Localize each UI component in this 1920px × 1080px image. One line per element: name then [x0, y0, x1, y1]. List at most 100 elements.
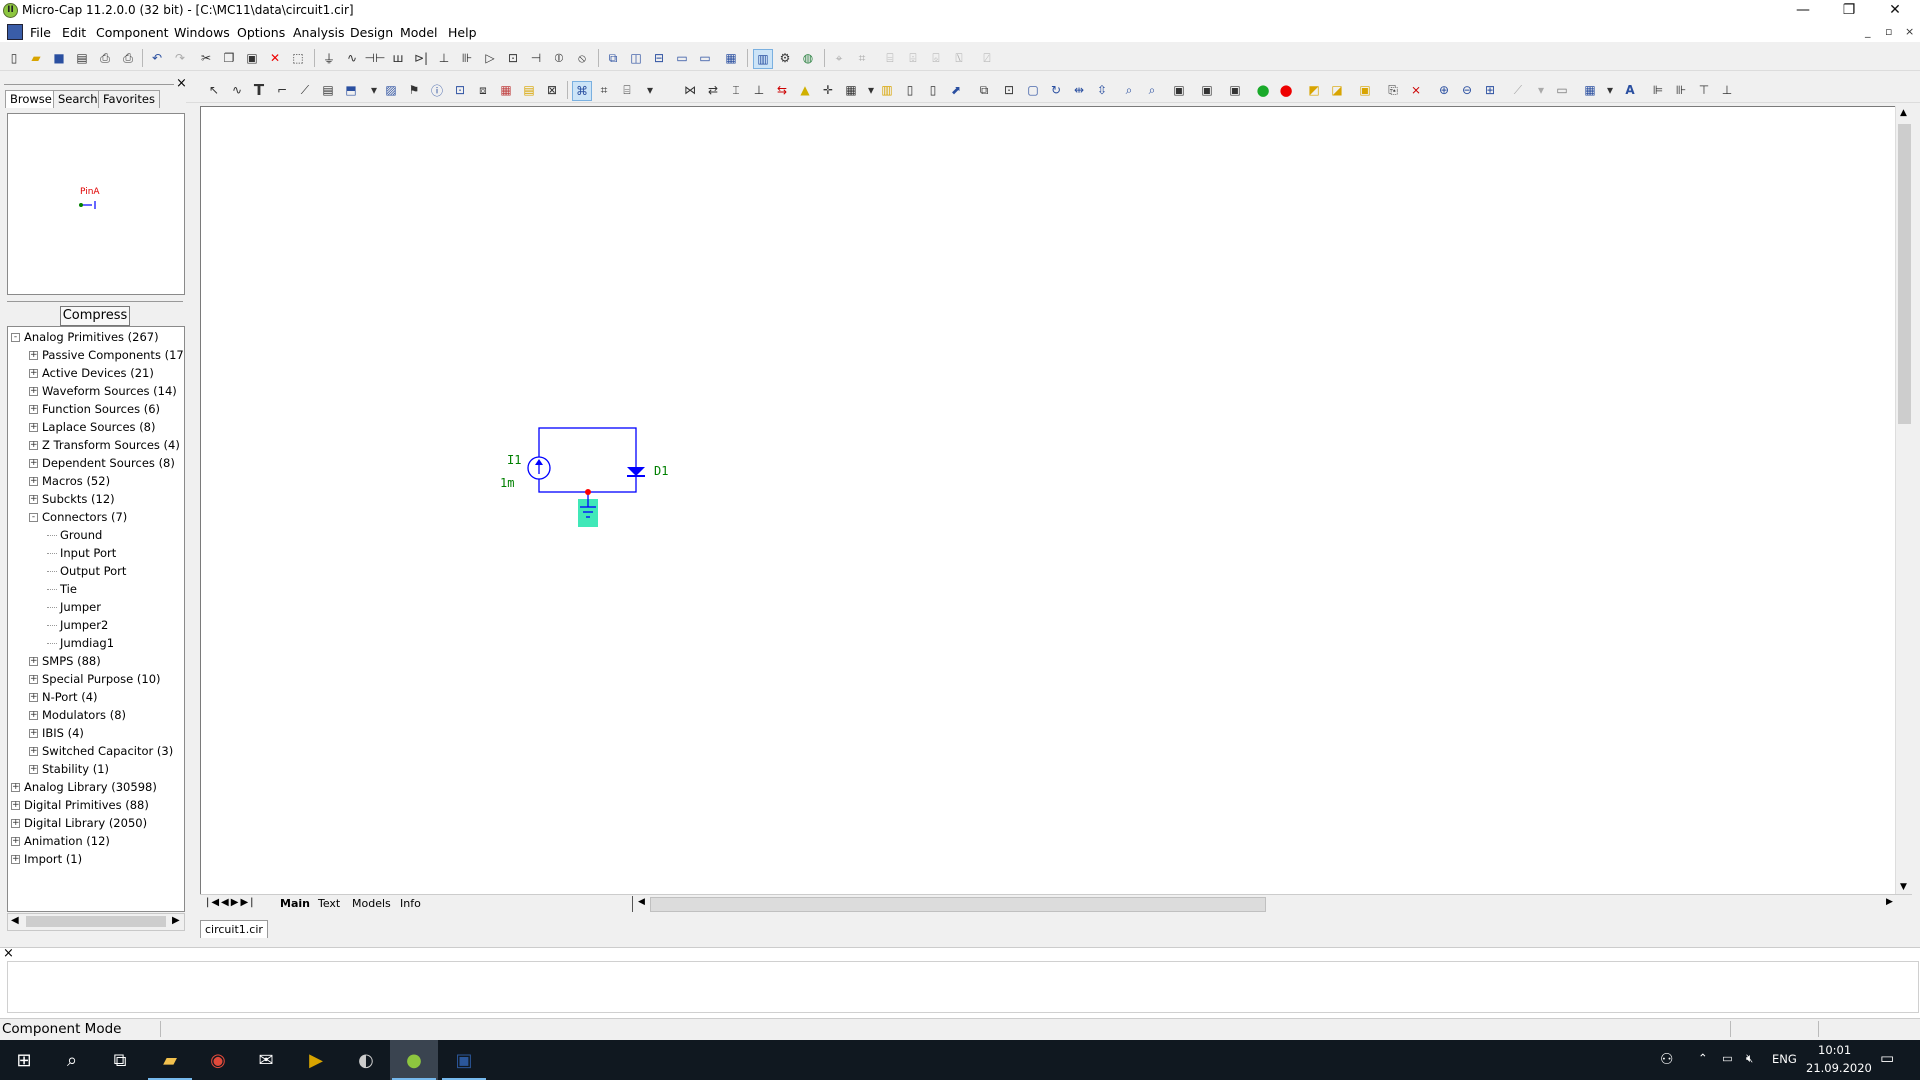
analysis1-icon[interactable]: ⌸ — [881, 49, 899, 67]
expand-icon[interactable]: + — [29, 369, 38, 378]
tree-item[interactable]: + IBIS (4) — [29, 725, 84, 741]
schematic-canvas[interactable]: I1 1m D1 — [200, 106, 1897, 896]
transistor-component-icon[interactable]: ⊥ — [435, 49, 453, 67]
probe-icon[interactable]: ⌖ — [830, 49, 848, 67]
rotate-icon[interactable]: ↻ — [1047, 81, 1065, 99]
toggle-icon[interactable]: ▭ — [1553, 81, 1571, 99]
menu-help[interactable]: Help — [448, 25, 477, 40]
pin-names-icon[interactable]: ⌘ — [572, 81, 592, 101]
mdi-restore-icon[interactable]: ▫ — [1885, 25, 1892, 38]
scroll-left-icon[interactable]: ◀ — [11, 915, 19, 926]
expand-icon[interactable]: + — [29, 351, 38, 360]
clock-date[interactable]: 21.09.2020 — [1806, 1061, 1872, 1075]
image2-icon[interactable]: ▣ — [1198, 81, 1216, 99]
tree-item[interactable]: + N-Port (4) — [29, 689, 98, 705]
tree-item[interactable]: + Passive Components (17) — [29, 347, 184, 363]
tree-item[interactable]: Tie — [47, 581, 77, 597]
shapes-icon[interactable]: ⬒ — [342, 81, 360, 99]
help-icon[interactable]: ⊡ — [451, 81, 469, 99]
point-to-end-icon[interactable]: ⧈ — [474, 81, 492, 99]
expand-icon[interactable]: + — [29, 459, 38, 468]
align-bottom-icon[interactable]: ⊥ — [1718, 81, 1736, 99]
circuit-wire-loop[interactable] — [538, 427, 637, 493]
windows-start-icon[interactable]: ⊞ — [0, 1040, 48, 1080]
document-icon[interactable] — [7, 24, 23, 40]
diagonal-wire-icon[interactable]: ⟋ — [296, 81, 314, 99]
analysis5-icon[interactable]: ⍁ — [978, 49, 996, 67]
expand-icon[interactable]: + — [11, 801, 20, 810]
component-text-icon[interactable]: ⌸ — [618, 81, 636, 99]
volume-muted-icon[interactable]: 🔇︎ — [1746, 1051, 1753, 1066]
tree-item[interactable]: - Analog Primitives (267) — [11, 329, 159, 345]
menu-design[interactable]: Design — [350, 25, 393, 40]
analysis2-icon[interactable]: ⌹ — [904, 49, 922, 67]
source-value-label[interactable]: 1m — [500, 476, 514, 490]
mail-icon[interactable]: ✉ — [242, 1040, 290, 1080]
analysis3-icon[interactable]: ⌺ — [927, 49, 945, 67]
save-all-icon[interactable]: ▤ — [73, 49, 91, 67]
show-errors-icon[interactable]: ⇆ — [773, 81, 791, 99]
tree-horizontal-scrollbar[interactable]: ◀ ▶ — [7, 913, 185, 931]
tree-item[interactable]: + Macros (52) — [29, 473, 110, 489]
node-snap-icon[interactable]: ⋈ — [681, 81, 699, 99]
go-to-icon[interactable]: ⬈ — [947, 81, 965, 99]
window-icon[interactable]: ▭ — [673, 49, 691, 67]
capacitor-component-icon[interactable]: ⊣⊢ — [365, 49, 386, 67]
hscroll-left-icon[interactable]: ◀ — [638, 897, 645, 907]
expand-icon[interactable]: + — [11, 837, 20, 846]
tab-models[interactable]: Models — [352, 897, 391, 910]
mirror-icon[interactable]: ⧉ — [975, 81, 993, 99]
tab-text[interactable]: Text — [318, 897, 340, 910]
rubberband-icon[interactable]: ⊥ — [750, 81, 768, 99]
page-icon[interactable]: ▯ — [924, 81, 942, 99]
find-component-icon[interactable]: ⌕ — [1120, 81, 1138, 99]
inductor-component-icon[interactable]: ꟺ — [389, 49, 407, 67]
scroll-up-icon[interactable]: ▲ — [1900, 108, 1907, 118]
tree-item[interactable]: + Subckts (12) — [29, 491, 115, 507]
find-icon[interactable]: ⊡ — [1000, 81, 1018, 99]
collapse-icon[interactable]: - — [29, 513, 38, 522]
component-panel-icon[interactable]: ▥ — [753, 49, 773, 69]
tree-item[interactable]: Input Port — [47, 545, 116, 561]
search-icon[interactable]: ⌕ — [48, 1040, 96, 1080]
tab-nav-arrows-icon[interactable]: |◀◀▶▶| — [206, 897, 256, 908]
font-icon[interactable]: A — [1621, 81, 1639, 99]
people-icon[interactable]: ⚇ — [1660, 1050, 1673, 1068]
canvas-vertical-scrollbar[interactable]: ▲ ▼ — [1895, 106, 1913, 894]
tile-vertical-icon[interactable]: ◫ — [627, 49, 645, 67]
tree-item[interactable]: + Digital Library (2050) — [11, 815, 147, 831]
node-numbers-icon[interactable]: ▦ — [497, 81, 515, 99]
maximize-window-icon[interactable]: ▭ — [696, 49, 714, 67]
flag-icon[interactable]: ⚑ — [405, 81, 423, 99]
file-explorer-icon[interactable]: ▰ — [146, 1040, 194, 1080]
scroll-right-icon[interactable]: ▶ — [172, 915, 180, 926]
border-icon[interactable]: ▯ — [901, 81, 919, 99]
expand-icon[interactable]: + — [29, 405, 38, 414]
grid-dots-icon[interactable]: ▦ — [842, 81, 860, 99]
tree-item[interactable]: + Animation (12) — [11, 833, 110, 849]
image3-icon[interactable]: ▣ — [1226, 81, 1244, 99]
diode-name-label[interactable]: D1 — [654, 464, 668, 478]
word-icon[interactable]: ▣ — [440, 1040, 488, 1080]
expand-icon[interactable]: + — [29, 729, 38, 738]
restore-button[interactable]: ❐ — [1826, 0, 1872, 22]
open-folder-icon[interactable]: ▰ — [27, 49, 45, 67]
cut-icon[interactable]: ✂ — [197, 49, 215, 67]
title-block-icon[interactable]: ▥ — [878, 81, 896, 99]
expand-icon[interactable]: + — [29, 747, 38, 756]
tree-item[interactable]: + Digital Primitives (88) — [11, 797, 149, 813]
tree-item[interactable]: Output Port — [47, 563, 126, 579]
tree-item[interactable]: + Modulators (8) — [29, 707, 126, 723]
component-mode-icon[interactable]: ∿ — [228, 81, 246, 99]
tree-item[interactable]: + Dependent Sources (8) — [29, 455, 175, 471]
menu-file[interactable]: File — [30, 25, 51, 40]
tree-item[interactable]: + Waveform Sources (14) — [29, 383, 177, 399]
wire-mode-icon[interactable]: ⌐ — [273, 81, 291, 99]
redo-icon[interactable]: ↷ — [171, 49, 189, 67]
expand-icon[interactable]: + — [29, 477, 38, 486]
task-view-icon[interactable]: ⧉ — [96, 1040, 144, 1080]
crosshair-icon[interactable]: ✛ — [819, 81, 837, 99]
expand-icon[interactable]: + — [29, 675, 38, 684]
tree-item[interactable]: - Connectors (7) — [29, 509, 127, 525]
find-text-icon[interactable]: ⌕ — [1143, 81, 1161, 99]
